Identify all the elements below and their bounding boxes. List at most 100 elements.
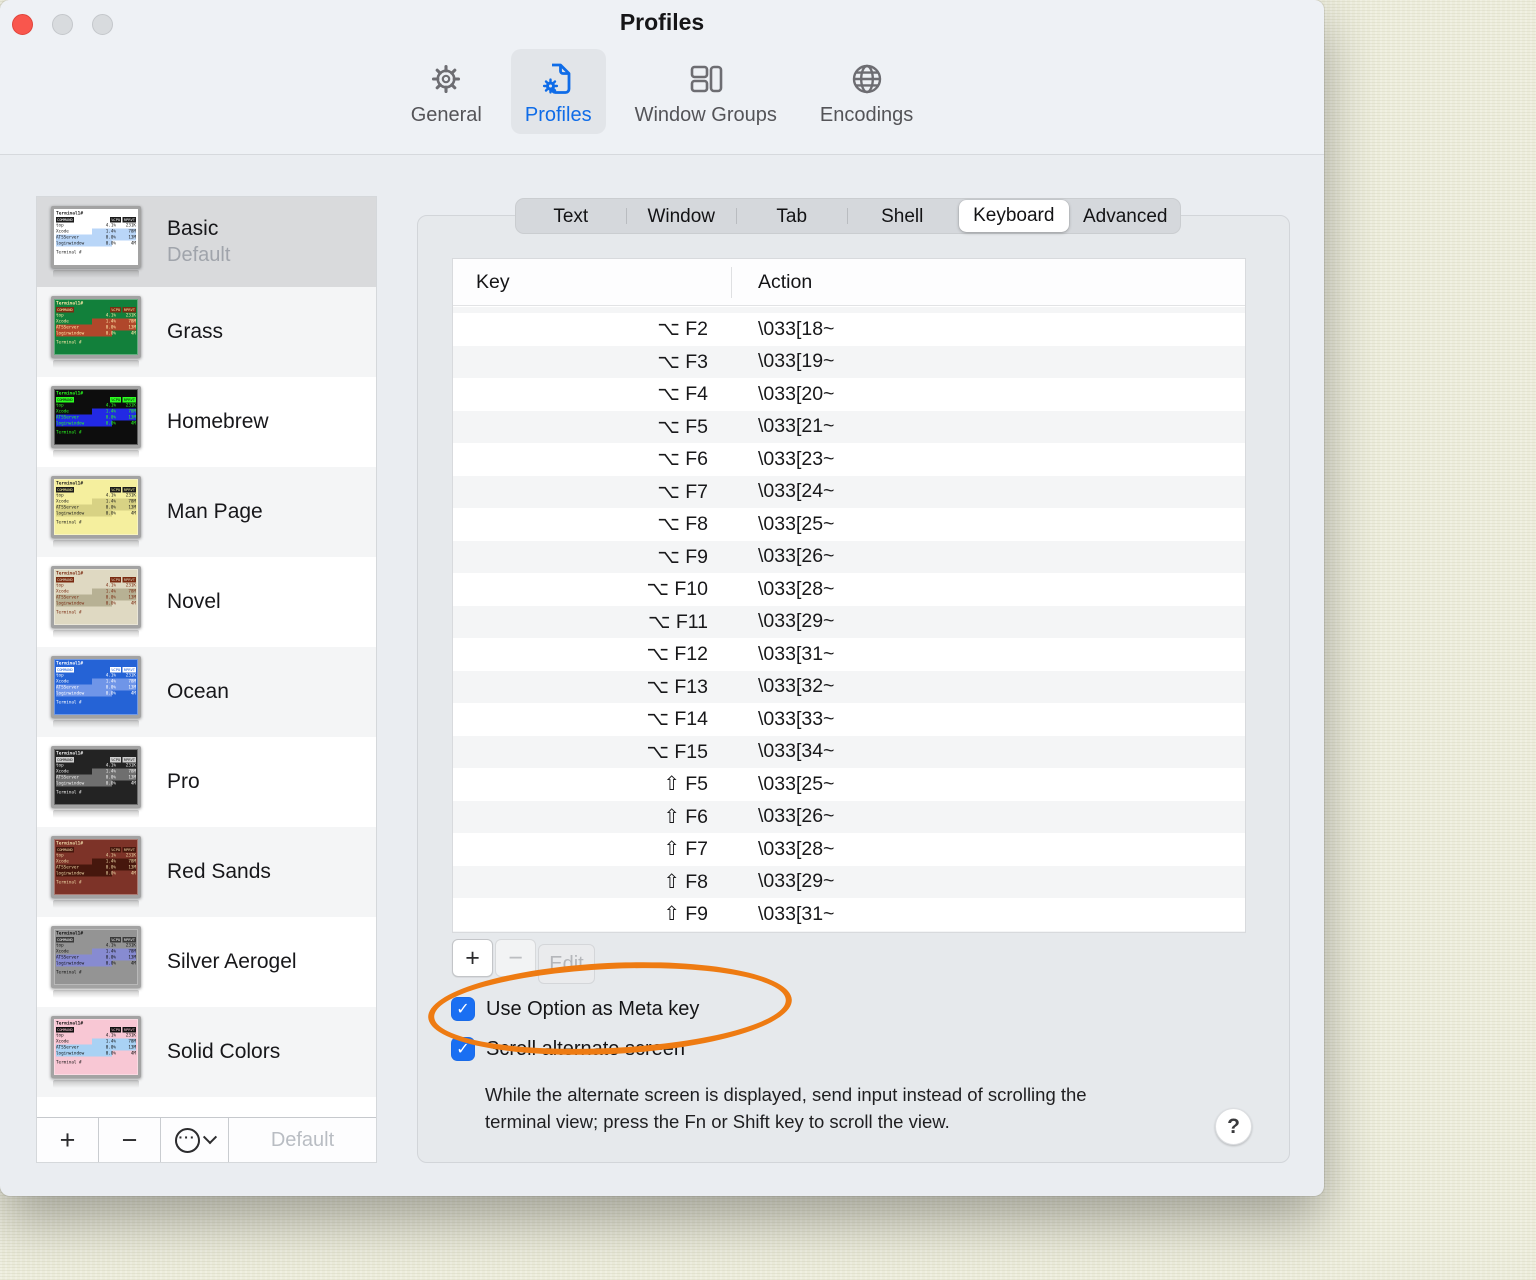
tab-text[interactable]: Text [516, 200, 626, 233]
checkbox-label: Scroll alternate screen [486, 1037, 685, 1060]
remove-profile-button[interactable]: − [99, 1118, 161, 1162]
keyboard-shortcut-table: Key Action ⌥ F2 \033[18~ ⌥ F3 \033[19~ ⌥… [452, 258, 1246, 933]
shortcut-table-row[interactable]: ⌥ F8 \033[25~ [453, 508, 1245, 541]
alternate-screen-help-text: While the alternate screen is displayed,… [485, 1084, 1087, 1132]
profile-thumbnail: Terminal1# COMMAND %CPU RPRVT top 4.1% 231K X… [51, 746, 141, 818]
tab-advanced[interactable]: Advanced [1071, 200, 1181, 233]
titlebar: Profiles General Profiles Window Groups … [0, 0, 1324, 155]
ellipsis-circle-icon: ··· [174, 1127, 200, 1153]
more-options-button[interactable]: ··· [161, 1118, 229, 1162]
shortcut-action: \033[20~ [758, 382, 835, 405]
shortcut-table-row[interactable]: ⇧ F6 \033[26~ [453, 800, 1245, 833]
profile-list-item-red-sands[interactable]: Terminal1# COMMAND %CPU RPRVT top 4.1% 231K X… [37, 827, 376, 917]
desktop: { "window": { "title": "Profiles" }, "to… [0, 0, 1536, 1280]
tab-keyboard[interactable]: Keyboard [959, 200, 1069, 232]
profile-list-item-homebrew[interactable]: Terminal1# COMMAND %CPU RPRVT top 4.1% 231K X… [37, 377, 376, 467]
shortcut-table-row[interactable]: ⌥ F15 \033[34~ [453, 735, 1245, 768]
scroll-alternate-screen-checkbox-row[interactable]: ✓ Scroll alternate screen [451, 1037, 685, 1061]
toolbar-item-encodings[interactable]: Encodings [806, 49, 927, 134]
profile-name: Red Sands [167, 860, 271, 883]
add-shortcut-button[interactable]: + [452, 939, 493, 977]
checkbox-checked-icon[interactable]: ✓ [451, 997, 475, 1021]
shortcut-table-row[interactable]: ⌥ F6 \033[23~ [453, 443, 1245, 476]
shortcut-key: ⌥ F6 [657, 448, 708, 471]
shortcut-key: ⌥ F14 [646, 708, 709, 731]
help-button[interactable]: ? [1215, 1108, 1252, 1145]
checkbox-label: Use Option as Meta key [486, 997, 700, 1020]
shortcut-action: \033[24~ [758, 480, 835, 503]
profile-list-item-silver-aerogel[interactable]: Terminal1# COMMAND %CPU RPRVT top 4.1% 231K X… [37, 917, 376, 1007]
shortcut-key: ⌥ F9 [657, 545, 708, 568]
shortcut-table-row[interactable]: ⇧ F9 \033[31~ [453, 898, 1245, 931]
terminal-preferences-window: Profiles General Profiles Window Groups … [0, 0, 1324, 1196]
chevron-down-icon [202, 1130, 217, 1145]
gear-icon [426, 57, 466, 101]
tab-tab[interactable]: Tab [737, 200, 847, 233]
shortcut-table-row[interactable]: ⇧ F5 \033[25~ [453, 768, 1245, 801]
partial-row-bottom [453, 930, 1245, 932]
toolbar-label-encodings: Encodings [819, 104, 914, 126]
sidebar-footer: + − ··· Default [37, 1117, 376, 1162]
profile-subtitle: Default [167, 244, 231, 266]
shortcut-table-row[interactable]: ⌥ F3 \033[19~ [453, 345, 1245, 378]
shortcut-table-row[interactable]: ⌥ F12 \033[31~ [453, 638, 1245, 671]
shortcut-table-row[interactable]: ⌥ F14 \033[33~ [453, 703, 1245, 736]
use-option-as-meta-checkbox-row[interactable]: ✓ Use Option as Meta key [451, 997, 699, 1021]
shortcut-key: ⌥ F12 [646, 643, 709, 666]
profile-name: Solid Colors [167, 1040, 281, 1063]
profile-name: Silver Aerogel [167, 950, 297, 973]
shortcut-action: \033[25~ [758, 512, 835, 535]
key-table-body: ⌥ F2 \033[18~ ⌥ F3 \033[19~ ⌥ F4 \033[20… [453, 307, 1245, 932]
profile-thumbnail: Terminal1# COMMAND %CPU RPRVT top 4.1% 231K X… [51, 836, 141, 908]
profile-list-item-solid-colors[interactable]: Terminal1# COMMAND %CPU RPRVT top 4.1% 231K X… [37, 1007, 376, 1097]
shortcut-key: ⌥ F3 [657, 350, 708, 373]
profile-thumbnail: Terminal1# COMMAND %CPU RPRVT top 4.1% 231K X… [51, 926, 141, 998]
profile-list-item-novel[interactable]: Terminal1# COMMAND %CPU RPRVT top 4.1% 231K X… [37, 557, 376, 647]
profile-list-item-grass[interactable]: Terminal1# COMMAND %CPU RPRVT top 4.1% 231K X… [37, 287, 376, 377]
shortcut-action: \033[28~ [758, 577, 835, 600]
shortcut-table-row[interactable]: ⌥ F10 \033[28~ [453, 573, 1245, 606]
shortcut-table-row[interactable]: ⌥ F9 \033[26~ [453, 540, 1245, 573]
shortcut-key: ⇧ F8 [663, 870, 708, 893]
shortcut-table-row[interactable]: ⌥ F11 \033[29~ [453, 605, 1245, 638]
toolbar-item-window-groups[interactable]: Window Groups [621, 49, 791, 134]
column-header-action: Action [758, 270, 813, 293]
thumbnail-reflection [53, 450, 139, 458]
toolbar-item-profiles[interactable]: Profiles [510, 49, 606, 134]
profile-list-item-pro[interactable]: Terminal1# COMMAND %CPU RPRVT top 4.1% 231K X… [37, 737, 376, 827]
profile-name: Homebrew [167, 410, 269, 433]
shortcut-action: \033[21~ [758, 415, 835, 438]
shortcut-key: ⌥ F15 [646, 740, 709, 763]
shortcut-action: \033[32~ [758, 675, 835, 698]
shortcut-key: ⇧ F5 [663, 773, 708, 796]
shortcut-key: ⌥ F4 [657, 383, 708, 406]
tab-shell[interactable]: Shell [848, 200, 958, 233]
profile-list-item-basic[interactable]: Terminal1# COMMAND %CPU RPRVT top 4.1% 231K X… [37, 197, 376, 287]
shortcut-table-row[interactable]: ⌥ F5 \033[21~ [453, 410, 1245, 443]
shortcut-table-row[interactable]: ⇧ F7 \033[28~ [453, 833, 1245, 866]
shortcut-key: ⇧ F7 [663, 838, 708, 861]
checkbox-checked-icon[interactable]: ✓ [451, 1037, 475, 1061]
document-gear-icon [538, 57, 578, 101]
tab-bar: Text Window Tab Shell Keyboard Advanced [515, 198, 1181, 234]
shortcut-table-row[interactable]: ⌥ F7 \033[24~ [453, 475, 1245, 508]
add-profile-button[interactable]: + [37, 1118, 99, 1162]
shortcut-action: \033[34~ [758, 740, 835, 763]
toolbar-item-general[interactable]: General [397, 49, 496, 134]
shortcut-action: \033[25~ [758, 772, 835, 795]
profile-list-item-ocean[interactable]: Terminal1# COMMAND %CPU RPRVT top 4.1% 231K X… [37, 647, 376, 737]
profile-list-item-man-page[interactable]: Terminal1# COMMAND %CPU RPRVT top 4.1% 231K X… [37, 467, 376, 557]
profile-list: Terminal1# COMMAND %CPU RPRVT top 4.1% 231K X… [37, 197, 376, 1117]
shortcut-table-row[interactable]: ⇧ F8 \033[29~ [453, 865, 1245, 898]
shortcut-key: ⇧ F9 [663, 903, 708, 926]
thumbnail-reflection [53, 990, 139, 998]
window-title: Profiles [619, 9, 705, 35]
column-divider [731, 267, 732, 298]
shortcut-table-row[interactable]: ⌥ F4 \033[20~ [453, 378, 1245, 411]
shortcut-table-row[interactable]: ⌥ F2 \033[18~ [453, 313, 1245, 346]
shortcut-table-row[interactable]: ⌥ F13 \033[32~ [453, 670, 1245, 703]
tab-window[interactable]: Window [627, 200, 737, 233]
remove-shortcut-button[interactable]: − [495, 939, 536, 977]
edit-shortcut-button[interactable]: Edit [538, 944, 595, 984]
set-default-button[interactable]: Default [229, 1118, 376, 1162]
